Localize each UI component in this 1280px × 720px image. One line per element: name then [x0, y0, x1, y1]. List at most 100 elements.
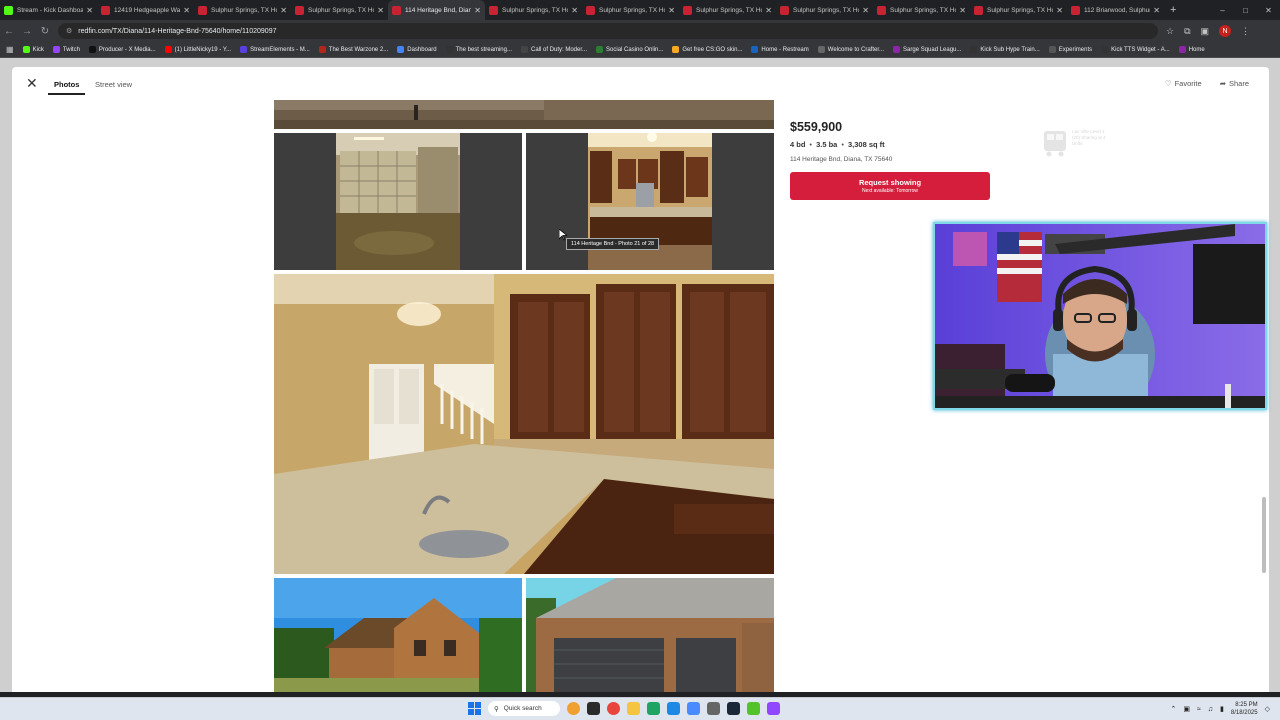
bookmark-item[interactable]: Experiments — [1048, 46, 1092, 53]
browser-tab[interactable]: Stream - Kick Dashboard ✕ — [0, 0, 97, 20]
browser-tab[interactable]: 114 Heritage Bnd, Diana...✕ — [388, 0, 485, 20]
clock[interactable]: 8:25 PM 8/18/2025 — [1231, 701, 1258, 717]
settings-icon[interactable] — [707, 702, 720, 715]
browser-tab[interactable]: Sulphur Springs, TX Ho... ✕ — [776, 0, 873, 20]
reload-icon[interactable]: ↻ — [36, 26, 54, 37]
browser-tab[interactable]: Sulphur Springs, TX Ho... ✕ — [679, 0, 776, 20]
tab-close-icon[interactable]: ✕ — [1056, 6, 1063, 15]
favorite-button[interactable]: ♡ Favorite — [1165, 79, 1202, 88]
tab-close-icon[interactable]: ✕ — [86, 6, 93, 15]
browser-tab[interactable]: Sulphur Springs, TX Ho... ✕ — [970, 0, 1067, 20]
tab-title: Stream - Kick Dashboard — [17, 6, 84, 14]
bookmark-item[interactable]: Call of Duty: Moder... — [520, 46, 587, 53]
close-window-icon[interactable]: ✕ — [1257, 6, 1280, 15]
clock-date: 8/18/2025 — [1230, 710, 1258, 716]
tab-close-icon[interactable]: ✕ — [280, 6, 287, 15]
bookmark-favicon-icon — [52, 46, 60, 53]
battery-icon[interactable]: ▮ — [1220, 705, 1224, 713]
tab-close-icon[interactable]: ✕ — [668, 6, 675, 15]
tab-close-icon[interactable]: ✕ — [959, 6, 966, 15]
share-button[interactable]: ➦ Share — [1220, 79, 1249, 88]
site-info-icon[interactable]: ⚙ — [66, 27, 72, 35]
bookmark-item[interactable]: Producer - X Media... — [88, 46, 156, 53]
bookmark-item[interactable]: Social Casino Onlin... — [596, 46, 663, 53]
bookmark-item[interactable]: Get free CS:GO skin... — [672, 46, 742, 53]
wifi-icon[interactable]: ≈ — [1197, 706, 1201, 713]
taskbar-search[interactable]: ⚲ Quick search — [488, 701, 560, 716]
menu-icon[interactable]: ⋮ — [1241, 26, 1250, 37]
listing-photo[interactable] — [526, 578, 774, 692]
tab-close-icon[interactable]: ✕ — [862, 6, 869, 15]
edge-icon[interactable] — [667, 702, 680, 715]
stream-app-icon[interactable] — [767, 702, 780, 715]
bookmark-item[interactable]: StreamElements - M... — [240, 46, 310, 53]
bookmark-item[interactable]: Sarge Squad Leagu... — [893, 46, 961, 53]
scrollbar-thumb[interactable] — [1262, 497, 1266, 573]
bookmark-item[interactable]: Kick Sub Hype Train... — [970, 46, 1040, 53]
browser-tab[interactable]: 12419 Hedgeapple Wa... ✕ — [97, 0, 194, 20]
volume-icon[interactable]: ♫ — [1208, 706, 1213, 713]
file-explorer-icon[interactable] — [627, 702, 640, 715]
xbox-icon[interactable] — [747, 702, 760, 715]
network-icon[interactable]: ▣ — [1183, 705, 1190, 713]
mouse-cursor-icon — [559, 229, 567, 241]
bookmark-item[interactable]: Welcome to Crafter... — [817, 46, 884, 53]
bookmark-item[interactable]: Twitch — [52, 46, 80, 53]
task-view-icon[interactable] — [587, 702, 600, 715]
forward-icon[interactable]: → — [18, 26, 36, 37]
split-view-icon[interactable]: ▣ — [1201, 26, 1210, 37]
bookmark-item[interactable]: Dashboard — [397, 46, 437, 53]
sqft-count: 3,308 sq ft — [847, 140, 885, 149]
spreadsheet-app-icon[interactable] — [647, 702, 660, 715]
tab-close-icon[interactable]: ✕ — [1153, 6, 1160, 15]
profile-avatar[interactable]: N — [1219, 25, 1232, 37]
taskbar-search-label: Quick search — [503, 705, 542, 712]
bookmark-star-icon[interactable]: ☆ — [1166, 26, 1174, 37]
separator-dot: • — [809, 140, 813, 149]
browser-tab[interactable]: Sulphur Springs, TX Ho... ✕ — [194, 0, 291, 20]
back-icon[interactable]: ← — [0, 26, 18, 37]
tab-close-icon[interactable]: ✕ — [377, 6, 384, 15]
bookmark-item[interactable]: (1) LittleNicky19 - Y... — [164, 46, 231, 53]
tab-close-icon[interactable]: ✕ — [571, 6, 578, 15]
bookmark-favicon-icon — [164, 46, 172, 53]
listing-photo[interactable] — [274, 578, 522, 692]
chrome-icon[interactable] — [607, 702, 620, 715]
listing-photo[interactable] — [274, 100, 774, 129]
url-bar[interactable]: ⚙ redfin.com/TX/Diana/114-Heritage-Bnd-7… — [58, 23, 1158, 39]
bookmark-label: Sarge Squad Leagu... — [903, 46, 962, 53]
tab-street-view[interactable]: Street view — [95, 80, 132, 89]
windows-start-icon[interactable] — [468, 702, 481, 715]
tab-close-icon[interactable]: ✕ — [183, 6, 190, 15]
browser-tab[interactable]: Sulphur Springs, TX Ho... ✕ — [582, 0, 679, 20]
browser-tab[interactable]: Sulphur Springs, TX Ho... ✕ — [873, 0, 970, 20]
bookmark-item[interactable]: The Best Warzone 2... — [318, 46, 388, 53]
tab-close-icon[interactable]: ✕ — [474, 6, 481, 15]
maximize-icon[interactable]: □ — [1234, 6, 1257, 15]
store-icon[interactable] — [687, 702, 700, 715]
notifications-icon[interactable]: ◇ — [1265, 705, 1270, 713]
bookmark-item[interactable]: Home - Restream — [751, 46, 809, 53]
heart-icon: ♡ — [1164, 79, 1172, 88]
apps-icon[interactable]: ▦ — [6, 45, 14, 54]
minimize-icon[interactable]: – — [1211, 6, 1234, 15]
widgets-icon[interactable] — [567, 702, 580, 715]
listing-photo[interactable] — [274, 133, 522, 270]
bookmark-item[interactable]: Kick — [22, 46, 44, 53]
browser-tab[interactable]: 112 Briarwood, Sulphur... ✕ — [1067, 0, 1164, 20]
steam-icon[interactable] — [727, 702, 740, 715]
new-tab-icon[interactable]: + — [1170, 4, 1176, 16]
tab-photos[interactable]: Photos — [47, 80, 86, 95]
bookmark-item[interactable]: Kick TTS Widget - A... — [1101, 46, 1170, 53]
bookmark-favicon-icon — [22, 46, 30, 53]
browser-tab[interactable]: Sulphur Springs, TX Ho... ✕ — [485, 0, 582, 20]
bookmark-item[interactable]: Home — [1178, 46, 1205, 53]
close-icon[interactable]: ✕ — [26, 76, 38, 90]
bookmark-item[interactable]: The best streaming... — [445, 46, 512, 53]
request-showing-button[interactable]: Request showing Next available: Tomorrow — [790, 172, 990, 200]
tab-close-icon[interactable]: ✕ — [765, 6, 772, 15]
listing-photo[interactable] — [274, 274, 774, 574]
browser-tab[interactable]: Sulphur Springs, TX Ho... ✕ — [291, 0, 388, 20]
chevron-up-icon[interactable]: ⌃ — [1170, 705, 1176, 713]
extensions-icon[interactable]: ⧉ — [1184, 26, 1190, 37]
